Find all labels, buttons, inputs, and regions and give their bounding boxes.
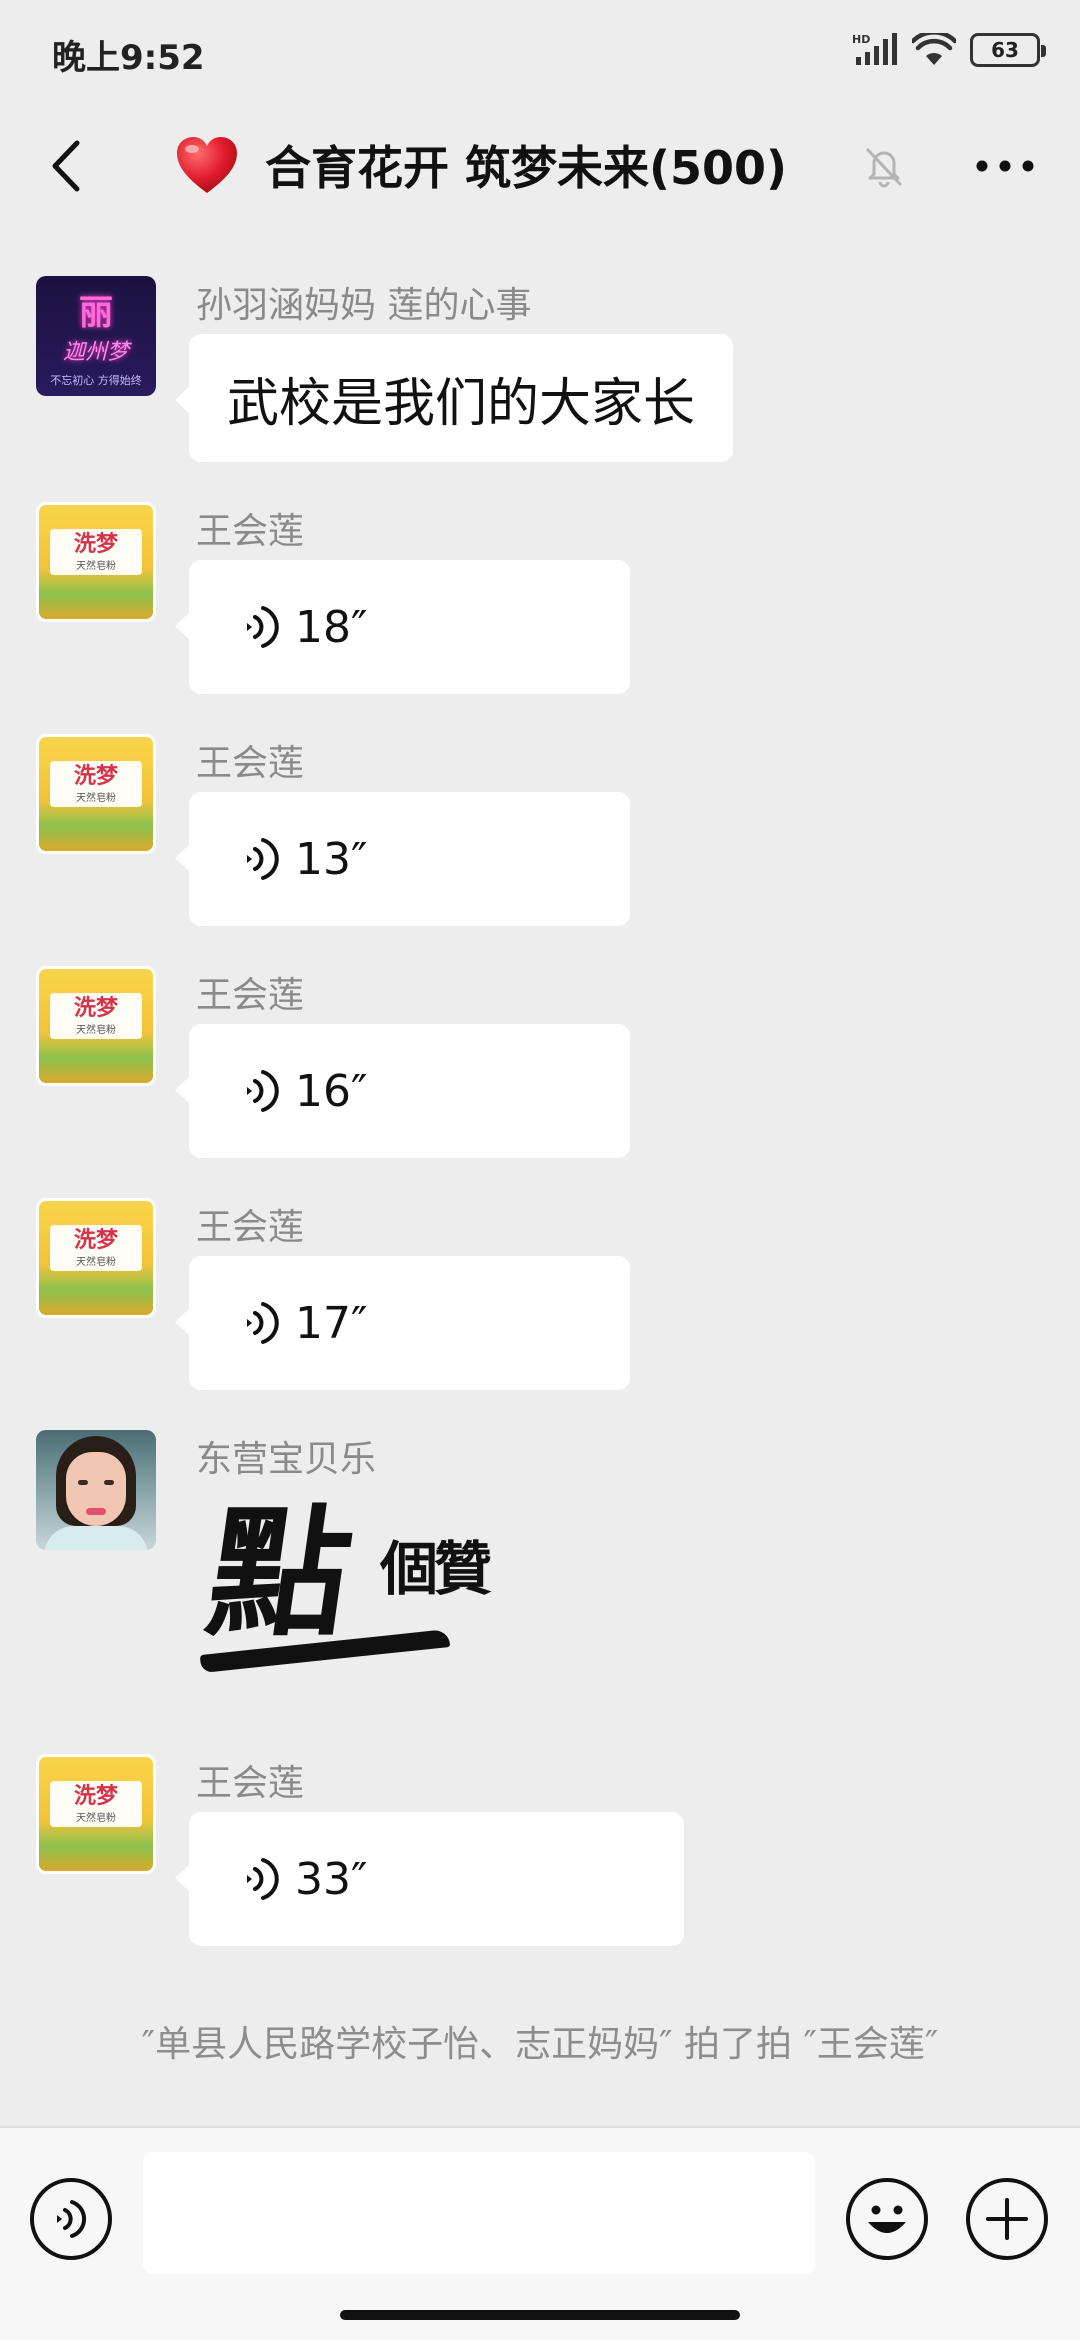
avatar-bag-logo: 洗梦 (73, 995, 118, 1021)
emoji-button[interactable] (846, 2178, 928, 2260)
voice-duration: 17″ (295, 1297, 368, 1349)
input-bar (0, 2126, 1080, 2340)
chat-title-wrap[interactable]: 合育花开 筑梦未来(500) (175, 130, 787, 200)
back-button[interactable] (36, 136, 96, 196)
avatar[interactable]: 丽 迦州梦 不忘初心 方得始终 (36, 276, 156, 396)
wifi-icon (912, 33, 956, 65)
sender-name: 孙羽涵妈妈 莲的心事 (196, 285, 532, 326)
voice-wave-icon (247, 1858, 279, 1900)
avatar-bag-logo: 洗梦 (73, 1227, 118, 1253)
voice-bubble[interactable]: 13″ (175, 792, 630, 926)
avatar-bag-card: 洗梦 天然皂粉 (50, 529, 142, 575)
sticker-text-small: 個贊 (380, 1535, 492, 1603)
heart-icon (177, 137, 237, 193)
battery-icon: 63 (970, 33, 1046, 67)
sender-name: 王会莲 (196, 1207, 305, 1248)
avatar[interactable] (36, 1430, 156, 1550)
system-notice: ″单县人民路学校子怡、志正妈妈″ 拍了拍 ″王会莲″ (141, 2024, 939, 2065)
status-icons: HD 63 (852, 28, 1046, 72)
message-text: 武校是我们的大家长 (227, 373, 696, 434)
sender-name: 王会莲 (196, 975, 305, 1016)
sticker-text-big: 點 (198, 1492, 362, 1656)
avatar-bag-logo: 洗梦 (73, 763, 118, 789)
network-label: HD (852, 33, 870, 46)
chevron-left-icon (52, 140, 80, 192)
sender-name: 王会莲 (196, 511, 305, 552)
voice-mode-button[interactable] (30, 2178, 112, 2260)
chat-title: 合育花开 筑梦未来(500) (265, 141, 788, 195)
voice-wave-icon (247, 838, 279, 880)
sender-name: 王会莲 (196, 743, 305, 784)
plus-button[interactable] (966, 2178, 1048, 2260)
avatar-bag-logo: 洗梦 (73, 1783, 118, 1809)
voice-wave-icon (247, 1302, 279, 1344)
voice-mode-icon (57, 2200, 87, 2238)
avatar[interactable]: 洗梦 天然皂粉 (36, 502, 156, 622)
avatar-bag-card: 洗梦 天然皂粉 (50, 1225, 142, 1271)
voice-duration: 33″ (295, 1853, 368, 1905)
avatar[interactable]: 洗梦 天然皂粉 (36, 1754, 156, 1874)
avatar-text-mid: 迦州梦 (62, 339, 129, 365)
voice-bubble[interactable]: 33″ (175, 1812, 684, 1946)
avatar-bag-card: 洗梦 天然皂粉 (50, 993, 142, 1039)
message-input[interactable] (143, 2152, 815, 2274)
avatar-bag-logo: 洗梦 (73, 531, 118, 557)
status-bar: 晚上9:52 HD 63 (0, 0, 1080, 100)
avatar[interactable]: 洗梦 天然皂粉 (36, 1198, 156, 1318)
bell-off-icon (866, 148, 902, 188)
more-button[interactable] (970, 144, 1040, 188)
avatar-text-top: 丽 (79, 292, 113, 333)
message-item: 东营宝贝乐 點 個贊 (0, 1430, 1080, 1674)
voice-bubble[interactable]: 17″ (175, 1256, 630, 1390)
voice-duration: 13″ (295, 833, 368, 885)
voice-bubble[interactable]: 18″ (175, 560, 630, 694)
sender-name: 东营宝贝乐 (196, 1439, 377, 1480)
voice-duration: 18″ (295, 601, 368, 653)
home-indicator[interactable] (340, 2310, 740, 2320)
text-bubble[interactable]: 武校是我们的大家长 (174, 334, 734, 462)
voice-duration: 16″ (295, 1065, 368, 1117)
voice-wave-icon (247, 1070, 279, 1112)
chat-header: 合育花开 筑梦未来(500) (0, 100, 1080, 340)
avatar-text-bottom: 不忘初心 方得始终 (50, 373, 142, 387)
avatar-bag-sub: 天然皂粉 (76, 1812, 116, 1824)
sender-name: 王会莲 (196, 1763, 305, 1804)
sticker[interactable]: 點 個贊 (190, 1492, 530, 1684)
avatar-bag-sub: 天然皂粉 (76, 1024, 116, 1036)
avatar[interactable]: 洗梦 天然皂粉 (36, 734, 156, 854)
avatar-bag-sub: 天然皂粉 (76, 560, 116, 572)
avatar-bag-card: 洗梦 天然皂粉 (50, 761, 142, 807)
emoji-icon (868, 2205, 906, 2233)
voice-wave-icon (247, 606, 279, 648)
avatar-bag-sub: 天然皂粉 (76, 1256, 116, 1268)
status-time: 晚上9:52 (52, 38, 205, 78)
signal-icon: HD (852, 33, 897, 65)
battery-level: 63 (991, 38, 1019, 62)
avatar-bag-card: 洗梦 天然皂粉 (50, 1781, 142, 1827)
avatar-bag-sub: 天然皂粉 (76, 792, 116, 804)
avatar[interactable]: 洗梦 天然皂粉 (36, 966, 156, 1086)
voice-bubble[interactable]: 16″ (175, 1024, 630, 1158)
plus-icon (986, 2198, 1028, 2240)
more-dots-icon (976, 160, 1034, 172)
